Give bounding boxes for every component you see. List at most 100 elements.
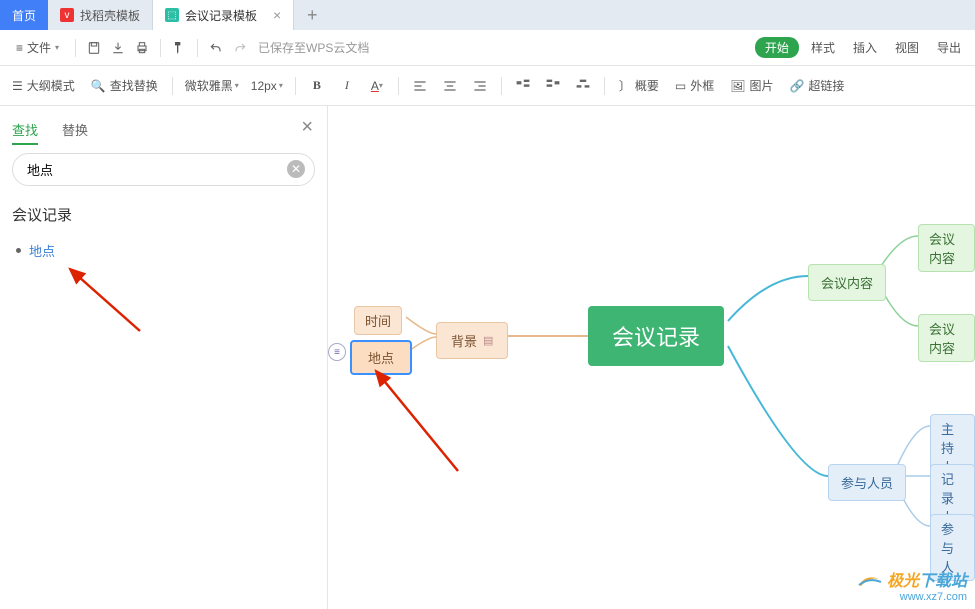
node-content-2[interactable]: 会议内容 — [918, 314, 975, 362]
separator — [75, 39, 76, 57]
chevron-down-icon: ▾ — [55, 43, 59, 52]
hamburger-icon: ≡ — [16, 41, 23, 55]
tab-replace[interactable]: 替换 — [62, 116, 88, 145]
menu-label: 样式 — [811, 41, 835, 55]
link-label: 超链接 — [808, 77, 844, 94]
menu-label: 视图 — [895, 41, 919, 55]
watermark-url: www.xz7.com — [857, 591, 967, 603]
link-button[interactable]: 🔗 超链接 — [783, 74, 850, 97]
docer-icon: v — [60, 8, 74, 22]
annotation-arrow — [358, 361, 478, 481]
bold-button[interactable]: B — [304, 73, 330, 99]
separator — [295, 77, 296, 95]
mindmap-icon: ⬚ — [165, 8, 179, 22]
find-panel-tabs: 查找 替换 — [12, 116, 315, 145]
menu-export[interactable]: 导出 — [931, 37, 967, 58]
separator — [160, 39, 161, 57]
image-icon: 🖼 — [730, 79, 745, 93]
tab-label: 找稻壳模板 — [80, 7, 140, 24]
image-label: 图片 — [749, 77, 773, 94]
tab-label: 查找 — [12, 123, 38, 138]
tab-home[interactable]: 首页 — [0, 0, 48, 30]
new-tab-button[interactable]: + — [294, 0, 330, 30]
close-panel-button[interactable]: × — [301, 116, 313, 139]
node-content[interactable]: 会议内容 — [808, 264, 886, 301]
file-menu[interactable]: ≡ 文件 ▾ — [8, 37, 67, 58]
node-label: 会议内容 — [821, 273, 873, 292]
node-root[interactable]: 会议记录 — [588, 306, 724, 366]
menu-style[interactable]: 样式 — [805, 37, 841, 58]
separator — [501, 77, 502, 95]
search-result-item[interactable]: 地点 — [12, 235, 315, 266]
node-content-1[interactable]: 会议内容 — [918, 224, 975, 272]
summary-button[interactable]: 〕概要 — [613, 74, 665, 97]
app-tabbar: 首页 v 找稻壳模板 ⬚ 会议记录模板 × + — [0, 0, 975, 30]
node-label: 背景 — [451, 331, 477, 350]
start-button[interactable]: 开始 — [755, 37, 799, 58]
separator — [604, 77, 605, 95]
link-icon: 🔗 — [789, 79, 804, 93]
find-replace-button[interactable]: 🔍 查找替换 — [85, 74, 164, 97]
main-area: 查找 替换 × ✕ 会议记录 地点 — [0, 106, 975, 609]
font-select[interactable]: 微软雅黑▾ — [181, 75, 243, 96]
image-button[interactable]: 🖼 图片 — [724, 74, 779, 97]
tab-current[interactable]: ⬚ 会议记录模板 × — [153, 0, 294, 30]
chevron-down-icon: ▾ — [235, 81, 239, 90]
separator — [197, 39, 198, 57]
outline-mode-button[interactable]: ☰ 大纲模式 — [6, 74, 81, 97]
node-participants[interactable]: 参与人员 — [828, 464, 906, 501]
node-label: 会议内容 — [929, 319, 964, 357]
find-label: 查找替换 — [110, 77, 158, 94]
menubar-right: 开始 样式 插入 视图 导出 — [755, 37, 967, 58]
font-name: 微软雅黑 — [185, 77, 233, 94]
download-icon[interactable] — [108, 38, 128, 58]
tab-label: 替换 — [62, 123, 88, 138]
swoosh-icon — [857, 571, 883, 589]
fontsize-select[interactable]: 12px▾ — [247, 77, 287, 95]
separator — [398, 77, 399, 95]
chevron-down-icon: ▾ — [279, 81, 283, 90]
close-icon[interactable]: × — [273, 7, 281, 23]
clear-search-button[interactable]: ✕ — [287, 160, 305, 178]
node-label: 参与人员 — [841, 473, 893, 492]
search-input[interactable] — [12, 153, 315, 186]
italic-button[interactable]: I — [334, 73, 360, 99]
brand-part1: 极光 — [887, 573, 919, 590]
node-place[interactable]: 地点 — [350, 340, 412, 375]
align-center-button[interactable] — [437, 73, 463, 99]
format-painter-icon[interactable] — [169, 38, 189, 58]
save-icon[interactable] — [84, 38, 104, 58]
find-panel: 查找 替换 × ✕ 会议记录 地点 — [0, 106, 328, 609]
align-right-button[interactable] — [467, 73, 493, 99]
tab-label: 会议记录模板 — [185, 7, 257, 24]
node-background[interactable]: 背景 ▤ — [436, 322, 508, 359]
collapse-handle[interactable]: ≡ — [328, 343, 346, 361]
print-icon[interactable] — [132, 38, 152, 58]
start-label: 开始 — [765, 41, 789, 55]
search-box: ✕ — [12, 153, 315, 186]
node-label: 地点 — [368, 348, 394, 367]
align-left-button[interactable] — [407, 73, 433, 99]
redo-icon[interactable] — [230, 38, 250, 58]
border-label: 外框 — [690, 77, 714, 94]
border-icon: ▭ — [675, 79, 686, 93]
layout1-button[interactable] — [510, 73, 536, 99]
tab-template-search[interactable]: v 找稻壳模板 — [48, 0, 153, 30]
tab-find[interactable]: 查找 — [12, 116, 38, 145]
mindmap-canvas[interactable]: ≡ 时间 地点 背景▤ 会议记录 会议内容 会议内容 会议内容 参与人员 主持人… — [328, 106, 975, 609]
summary-label: 概要 — [635, 77, 659, 94]
save-status: 已保存至WPS云文档 — [258, 39, 369, 56]
layout2-button[interactable] — [540, 73, 566, 99]
layout3-button[interactable] — [570, 73, 596, 99]
border-button[interactable]: ▭ 外框 — [669, 74, 720, 97]
font-color-button[interactable]: A▾ — [364, 73, 390, 99]
menu-label: 插入 — [853, 41, 877, 55]
menu-insert[interactable]: 插入 — [847, 37, 883, 58]
annotation-arrow — [60, 261, 160, 341]
undo-icon[interactable] — [206, 38, 226, 58]
toolbar: ☰ 大纲模式 🔍 查找替换 微软雅黑▾ 12px▾ B I A▾ 〕概要 ▭外框… — [0, 66, 975, 106]
menu-view[interactable]: 视图 — [889, 37, 925, 58]
menu-label: 导出 — [937, 41, 961, 55]
note-icon: ▤ — [483, 334, 493, 347]
node-time[interactable]: 时间 — [354, 306, 402, 335]
